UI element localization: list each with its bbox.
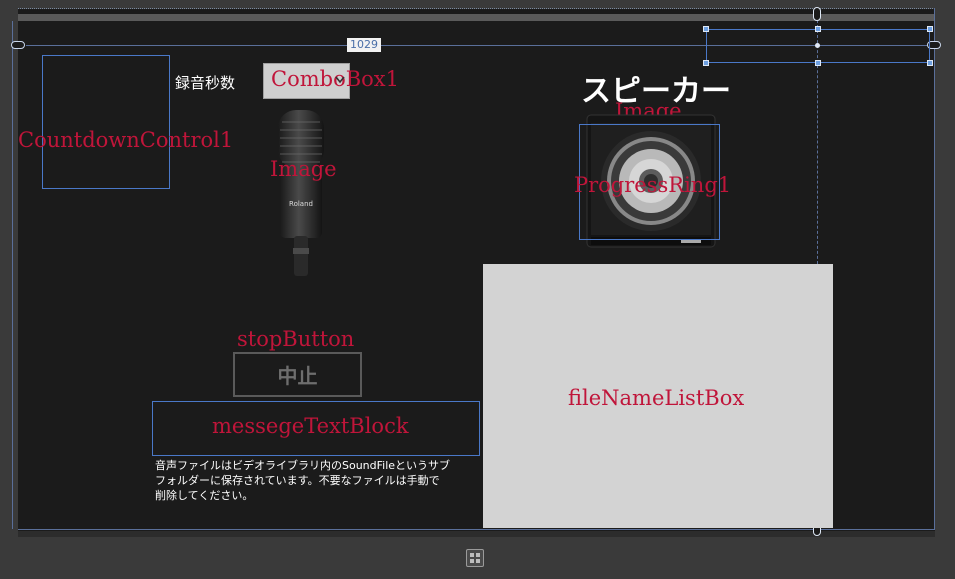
microphone-image: Roland	[278, 110, 324, 276]
top-guide-line	[18, 8, 935, 9]
message-text-block-label: messegeTextBlock	[212, 414, 409, 438]
file-name-list-box-label: fileNameListBox	[568, 386, 745, 410]
top-anchor-icon[interactable]	[813, 7, 821, 21]
recording-seconds-label: 録音秒数	[175, 74, 236, 92]
microphone-brand-logo: Roland	[289, 200, 313, 208]
chevron-down-icon[interactable]	[335, 76, 345, 84]
progress-ring-label: ProgressRing1	[574, 173, 732, 197]
resize-handle-ne[interactable]	[927, 26, 933, 32]
save-location-info: 音声ファイルはビデオライブラリ内のSoundFileというサブ フォルダーに保存…	[155, 458, 450, 503]
windows-logo-icon[interactable]	[466, 549, 484, 567]
stop-button[interactable]: 中止	[233, 352, 362, 397]
resize-handle-nw[interactable]	[703, 26, 709, 32]
stop-button-label: stopButton	[237, 327, 355, 351]
resize-handle-se[interactable]	[927, 60, 933, 66]
countdown-control-label: CountdownControl1	[18, 128, 234, 152]
page-bottom-bar	[18, 531, 935, 537]
resize-handle-n[interactable]	[815, 26, 821, 32]
microphone-image-label: Image	[270, 157, 337, 181]
width-readout: 1029	[347, 38, 381, 52]
countdown-control[interactable]	[42, 55, 170, 189]
right-guide-line	[934, 8, 935, 530]
info-line-1: 音声ファイルはビデオライブラリ内のSoundFileというサブ	[155, 459, 451, 472]
info-line-2: フォルダーに保存されています。不要なファイルは手動で	[155, 474, 440, 487]
bottom-guide-line	[18, 529, 935, 530]
info-line-3: 削除してください。	[155, 489, 254, 502]
left-guide-line	[12, 21, 13, 529]
resize-handle-s[interactable]	[815, 60, 821, 66]
center-point	[815, 43, 820, 48]
page-top-bar	[18, 14, 935, 21]
left-anchor-icon[interactable]	[11, 41, 25, 49]
